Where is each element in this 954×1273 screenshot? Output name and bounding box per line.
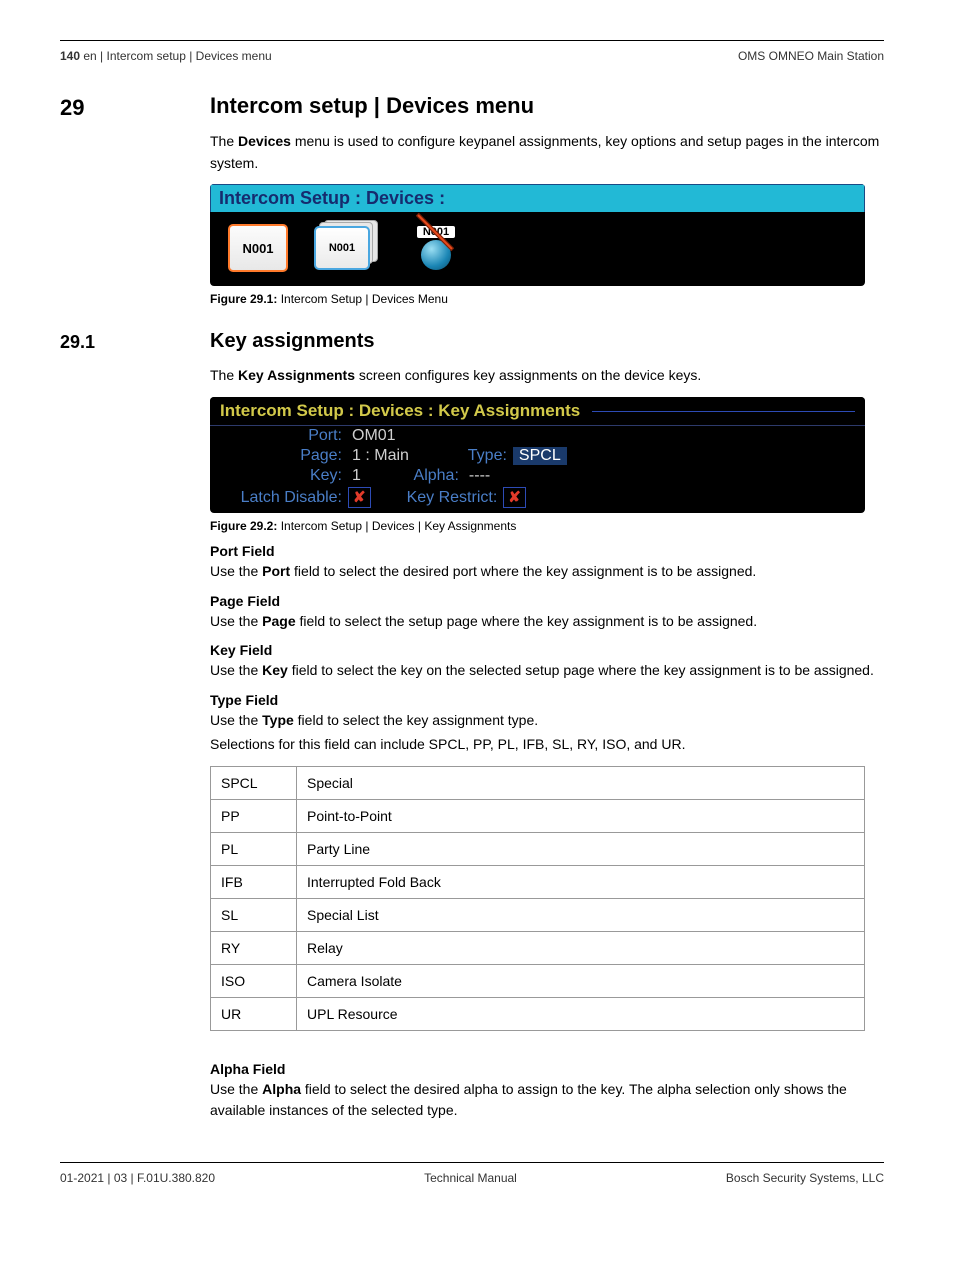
fig292-caption: Figure 29.2: Intercom Setup | Devices | … xyxy=(210,519,884,533)
type-code: SL xyxy=(211,898,297,931)
type-code: PL xyxy=(211,832,297,865)
type-value: SPCL xyxy=(513,447,567,465)
breadcrumb: en | Intercom setup | Devices menu xyxy=(83,49,271,63)
type-desc: Relay xyxy=(297,931,865,964)
type-code: SPCL xyxy=(211,766,297,799)
device-tile-orb: N001 xyxy=(400,222,472,274)
footer-left: 01-2021 | 03 | F.01U.380.820 xyxy=(60,1171,215,1185)
port-value: OM01 xyxy=(348,427,400,445)
subsection-intro: The Key Assignments screen configures ke… xyxy=(210,365,884,387)
table-row: SLSpecial List xyxy=(211,898,865,931)
restrict-x-icon: ✘ xyxy=(508,489,521,506)
table-row: SPCLSpecial xyxy=(211,766,865,799)
key-field-text: Use the Key field to select the key on t… xyxy=(210,660,884,682)
page-field-title: Page Field xyxy=(210,593,884,609)
device-tile-1: N001 xyxy=(228,224,288,272)
fig291-caption: Figure 29.1: Intercom Setup | Devices Me… xyxy=(210,292,884,306)
key-field-title: Key Field xyxy=(210,642,884,658)
type-code: PP xyxy=(211,799,297,832)
type-field-text-2: Selections for this field can include SP… xyxy=(210,734,884,756)
type-desc: UPL Resource xyxy=(297,997,865,1030)
table-row: PLParty Line xyxy=(211,832,865,865)
page-value: 1 : Main xyxy=(348,447,413,465)
page-footer: 01-2021 | 03 | F.01U.380.820 Technical M… xyxy=(60,1171,884,1185)
alpha-value: ---- xyxy=(465,467,494,485)
type-field-text-1: Use the Type field to select the key ass… xyxy=(210,710,884,732)
key-label: Key: xyxy=(218,467,348,485)
table-row: IFBInterrupted Fold Back xyxy=(211,865,865,898)
type-desc: Party Line xyxy=(297,832,865,865)
section-title: Intercom setup | Devices menu xyxy=(210,93,884,119)
type-code: IFB xyxy=(211,865,297,898)
table-row: ISOCamera Isolate xyxy=(211,964,865,997)
type-desc: Interrupted Fold Back xyxy=(297,865,865,898)
restrict-label: Key Restrict: xyxy=(407,489,504,507)
section-number: 29 xyxy=(60,93,200,330)
figure-29-2: Intercom Setup : Devices : Key Assignmen… xyxy=(210,397,865,513)
table-row: RYRelay xyxy=(211,931,865,964)
alpha-label: Alpha: xyxy=(405,467,465,485)
type-table: SPCLSpecialPPPoint-to-PointPLParty LineI… xyxy=(210,766,865,1031)
page-number: 140 xyxy=(60,49,80,63)
type-desc: Camera Isolate xyxy=(297,964,865,997)
subsection-title: Key assignments xyxy=(210,330,884,353)
type-field-title: Type Field xyxy=(210,692,884,708)
table-row: PPPoint-to-Point xyxy=(211,799,865,832)
table-row: URUPL Resource xyxy=(211,997,865,1030)
type-desc: Special xyxy=(297,766,865,799)
product-name: OMS OMNEO Main Station xyxy=(738,49,884,63)
type-code: UR xyxy=(211,997,297,1030)
footer-right: Bosch Security Systems, LLC xyxy=(726,1171,884,1185)
port-label: Port: xyxy=(218,427,348,445)
key-value: 1 xyxy=(348,467,365,485)
latch-x-icon: ✘ xyxy=(353,489,366,506)
page-label: Page: xyxy=(218,447,348,465)
section-intro: The Devices menu is used to configure ke… xyxy=(210,131,884,174)
figure-29-1: Intercom Setup : Devices : N001 N001 N00… xyxy=(210,184,865,286)
device-tile-stack: N001 xyxy=(314,224,374,272)
fig292-title: Intercom Setup : Devices : Key Assignmen… xyxy=(220,401,580,421)
alpha-field-text: Use the Alpha field to select the desire… xyxy=(210,1079,884,1122)
type-desc: Special List xyxy=(297,898,865,931)
fig291-title: Intercom Setup : Devices : xyxy=(210,184,865,212)
port-field-text: Use the Port field to select the desired… xyxy=(210,561,884,583)
latch-label: Latch Disable: xyxy=(218,489,348,507)
footer-center: Technical Manual xyxy=(424,1171,517,1185)
port-field-title: Port Field xyxy=(210,543,884,559)
subsection-number: 29.1 xyxy=(60,330,200,1132)
type-label: Type: xyxy=(453,447,513,465)
type-code: RY xyxy=(211,931,297,964)
page-header: 140 en | Intercom setup | Devices menu O… xyxy=(60,49,884,63)
page-field-text: Use the Page field to select the setup p… xyxy=(210,611,884,633)
alpha-field-title: Alpha Field xyxy=(210,1061,884,1077)
type-desc: Point-to-Point xyxy=(297,799,865,832)
type-code: ISO xyxy=(211,964,297,997)
